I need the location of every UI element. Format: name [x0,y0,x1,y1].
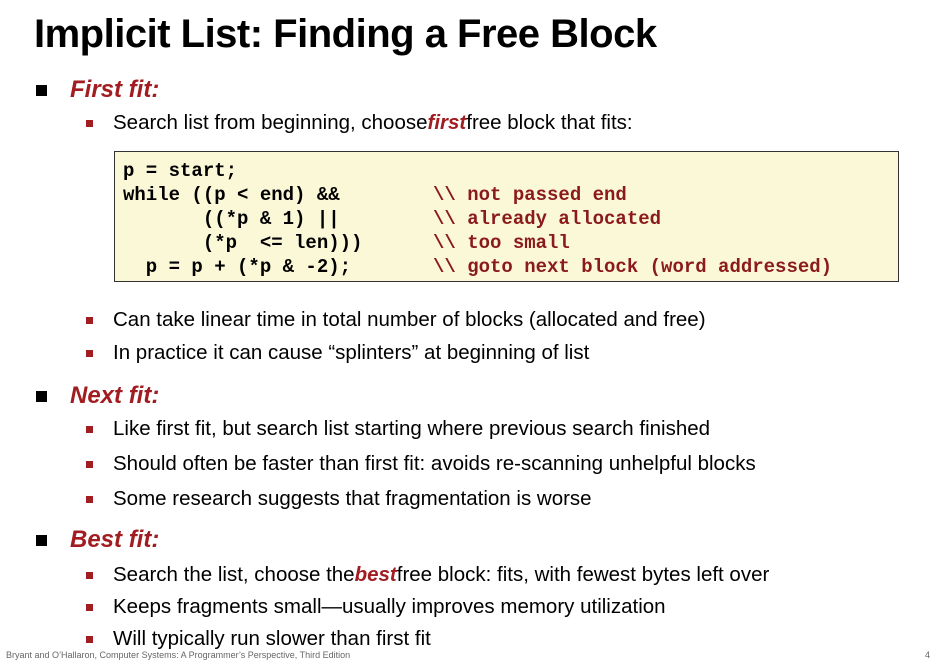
code-line-2: while ((p < end) && [123,184,340,206]
first-fit-section: First fit: [36,75,159,105]
intro-text-before: Search list from beginning, choose [113,111,428,134]
slide-title: Implicit List: Finding a Free Block [34,12,657,56]
square-bullet-icon [86,603,93,611]
code-comment-4: \\ too small [433,232,570,254]
square-bullet-icon [86,635,93,643]
bullet-item: Can take linear time in total number of … [86,307,706,333]
bullet-item: Will typically run slower than first fit [86,626,431,652]
emphasis-first: first [427,111,467,134]
bullet-item: In practice it can cause “splinters” at … [86,340,589,366]
bullet-text-after: free block: fits, with fewest bytes left… [396,563,770,586]
code-comment-5: \\ goto next block (word addressed) [433,256,833,278]
slide-footer: Bryant and O’Hallaron, Computer Systems:… [6,650,351,660]
emphasis-best: best [354,563,397,586]
square-bullet-icon [36,84,47,96]
page-number: 4 [924,650,930,660]
bullet-text: In practice it can cause “splinters” at … [113,341,590,364]
intro-text-after: free block that fits: [466,111,633,134]
first-fit-heading: First fit: [70,76,160,103]
first-fit-intro: Search list from beginning, choose first… [86,110,633,136]
bullet-item: Keeps fragments small—usually improves m… [86,594,666,620]
square-bullet-icon [36,534,47,546]
best-fit-section: Best fit: [36,525,159,555]
bullet-item: Like first fit, but search list starting… [86,416,710,442]
square-bullet-icon [86,316,93,324]
next-fit-section: Next fit: [36,381,159,411]
code-block: p = start; while ((p < end) && \\ not pa… [114,151,899,282]
code-comment-3: \\ already allocated [433,208,662,230]
bullet-text-before: Search the list, choose the [113,563,355,586]
square-bullet-icon [86,119,93,127]
bullet-text: Some research suggests that fragmentatio… [113,487,592,510]
next-fit-heading: Next fit: [70,382,160,409]
code-line-5: p = p + (*p & -2); [123,256,352,278]
bullet-text: Like first fit, but search list starting… [113,417,711,440]
square-bullet-icon [36,390,47,402]
bullet-text: Will typically run slower than first fit [113,627,431,650]
code-comment-2: \\ not passed end [433,184,627,206]
square-bullet-icon [86,495,93,503]
code-line-3: ((*p & 1) || [123,208,340,230]
square-bullet-icon [86,425,93,433]
square-bullet-icon [86,571,93,579]
best-fit-heading: Best fit: [70,526,160,553]
square-bullet-icon [86,460,93,468]
bullet-text: Keeps fragments small—usually improves m… [113,595,666,618]
bullet-item: Search the list, choose the best free bl… [86,562,769,588]
code-line-1: p = start; [123,160,238,182]
bullet-text: Should often be faster than first fit: a… [113,452,756,475]
bullet-item: Should often be faster than first fit: a… [86,451,756,477]
bullet-text: Can take linear time in total number of … [113,308,706,331]
bullet-item: Some research suggests that fragmentatio… [86,486,592,512]
square-bullet-icon [86,349,93,357]
code-line-4: (*p <= len))) [123,232,363,254]
